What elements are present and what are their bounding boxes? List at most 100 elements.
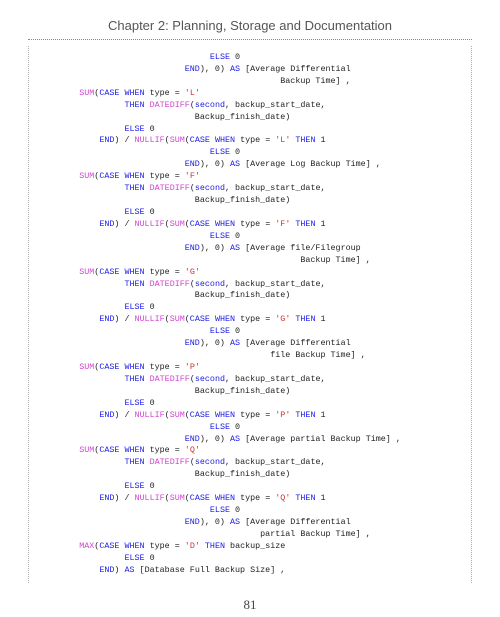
code-token: WHEN bbox=[215, 314, 235, 324]
code-token: ELSE bbox=[210, 505, 230, 515]
code-token: THEN bbox=[124, 100, 144, 110]
code-token: ELSE bbox=[124, 553, 144, 563]
code-token: ) bbox=[114, 565, 124, 575]
code-token bbox=[39, 88, 79, 98]
code-token: 'D' bbox=[185, 541, 200, 551]
code-token: AS bbox=[230, 64, 240, 74]
code-token: ELSE bbox=[210, 326, 230, 336]
code-token: 0 bbox=[230, 505, 240, 515]
code-token: type = bbox=[145, 88, 185, 98]
code-token: Backup_finish_date) bbox=[39, 469, 290, 479]
code-line: ELSE 0 bbox=[39, 207, 461, 219]
code-token: END bbox=[99, 314, 114, 324]
code-token: NULLIF bbox=[135, 410, 165, 420]
code-token: END bbox=[99, 493, 114, 503]
code-token bbox=[39, 267, 79, 277]
code-line: ELSE 0 bbox=[39, 52, 461, 64]
code-line: END) / NULLIF(SUM(CASE WHEN type = 'P' T… bbox=[39, 410, 461, 422]
code-token: END bbox=[99, 565, 114, 575]
code-token: , backup_start_date, bbox=[225, 183, 326, 193]
code-token: 0 bbox=[145, 553, 155, 563]
code-token: THEN bbox=[295, 493, 315, 503]
code-token: SUM bbox=[79, 88, 94, 98]
code-line: END) AS [Database Full Backup Size] , bbox=[39, 565, 461, 577]
code-token: ELSE bbox=[210, 422, 230, 432]
code-token bbox=[39, 338, 185, 348]
code-token: ), 0) bbox=[200, 338, 230, 348]
code-token: THEN bbox=[124, 457, 144, 467]
code-token: [Average Log Backup Time] , bbox=[240, 159, 381, 169]
code-line: SUM(CASE WHEN type = 'G' bbox=[39, 267, 461, 279]
code-token: CASE bbox=[190, 493, 210, 503]
code-token: NULLIF bbox=[135, 314, 165, 324]
code-token: DATEDIFF bbox=[150, 183, 190, 193]
code-line: END) / NULLIF(SUM(CASE WHEN type = 'G' T… bbox=[39, 314, 461, 326]
code-token: WHEN bbox=[215, 493, 235, 503]
code-line: END), 0) AS [Average partial Backup Time… bbox=[39, 434, 461, 446]
code-token: Backup_finish_date) bbox=[39, 195, 290, 205]
code-token: Backup Time] , bbox=[39, 255, 371, 265]
code-token bbox=[39, 422, 210, 432]
code-line: END), 0) AS [Average Log Backup Time] , bbox=[39, 159, 461, 171]
code-token: THEN bbox=[295, 410, 315, 420]
code-token: , backup_start_date, bbox=[225, 279, 326, 289]
code-token bbox=[39, 326, 210, 336]
code-token: [Average Differential bbox=[240, 517, 351, 527]
code-token bbox=[39, 147, 210, 157]
code-token: SUM bbox=[170, 410, 185, 420]
code-token: Backup_finish_date) bbox=[39, 112, 290, 122]
code-token bbox=[39, 302, 124, 312]
code-token: THEN bbox=[295, 314, 315, 324]
code-token: END bbox=[185, 159, 200, 169]
code-token: 0 bbox=[145, 207, 155, 217]
code-token: 'Q' bbox=[185, 445, 200, 455]
code-token: SUM bbox=[79, 171, 94, 181]
code-token bbox=[39, 410, 99, 420]
code-token: 'G' bbox=[185, 267, 200, 277]
code-token: [Average partial Backup Time] , bbox=[240, 434, 401, 444]
code-token bbox=[39, 362, 79, 372]
code-line: ELSE 0 bbox=[39, 326, 461, 338]
code-token: SUM bbox=[170, 314, 185, 324]
code-token bbox=[39, 493, 99, 503]
code-token: CASE bbox=[190, 135, 210, 145]
code-line: END) / NULLIF(SUM(CASE WHEN type = 'L' T… bbox=[39, 135, 461, 147]
code-token bbox=[39, 398, 124, 408]
code-line: END) / NULLIF(SUM(CASE WHEN type = 'Q' T… bbox=[39, 493, 461, 505]
code-line: ELSE 0 bbox=[39, 147, 461, 159]
code-token: ), 0) bbox=[200, 64, 230, 74]
code-token: CASE bbox=[190, 410, 210, 420]
code-token: 0 bbox=[230, 147, 240, 157]
code-token bbox=[39, 135, 99, 145]
code-token: AS bbox=[124, 565, 134, 575]
code-token bbox=[39, 171, 79, 181]
code-line: ELSE 0 bbox=[39, 124, 461, 136]
code-token bbox=[39, 481, 124, 491]
code-token: END bbox=[99, 219, 114, 229]
code-token: END bbox=[185, 243, 200, 253]
code-line: THEN DATEDIFF(second, backup_start_date, bbox=[39, 183, 461, 195]
code-token: WHEN bbox=[124, 362, 144, 372]
code-token: type = bbox=[235, 219, 275, 229]
code-token: second bbox=[195, 100, 225, 110]
code-token: 'L' bbox=[185, 88, 200, 98]
code-token: 1 bbox=[315, 314, 325, 324]
code-token: 'F' bbox=[185, 171, 200, 181]
code-token bbox=[39, 517, 185, 527]
code-token: WHEN bbox=[124, 445, 144, 455]
code-line: THEN DATEDIFF(second, backup_start_date, bbox=[39, 457, 461, 469]
code-line: ELSE 0 bbox=[39, 553, 461, 565]
code-token: 0 bbox=[145, 124, 155, 134]
code-token: THEN bbox=[124, 279, 144, 289]
code-token: [Average file/Filegroup bbox=[240, 243, 361, 253]
code-token: NULLIF bbox=[135, 135, 165, 145]
code-token: backup_size bbox=[225, 541, 285, 551]
code-token: file Backup Time] , bbox=[39, 350, 366, 360]
code-token: AS bbox=[230, 434, 240, 444]
divider bbox=[28, 39, 472, 40]
code-token: second bbox=[195, 457, 225, 467]
code-token bbox=[39, 445, 79, 455]
code-token: ), 0) bbox=[200, 159, 230, 169]
code-line: ELSE 0 bbox=[39, 481, 461, 493]
code-token: THEN bbox=[124, 374, 144, 384]
